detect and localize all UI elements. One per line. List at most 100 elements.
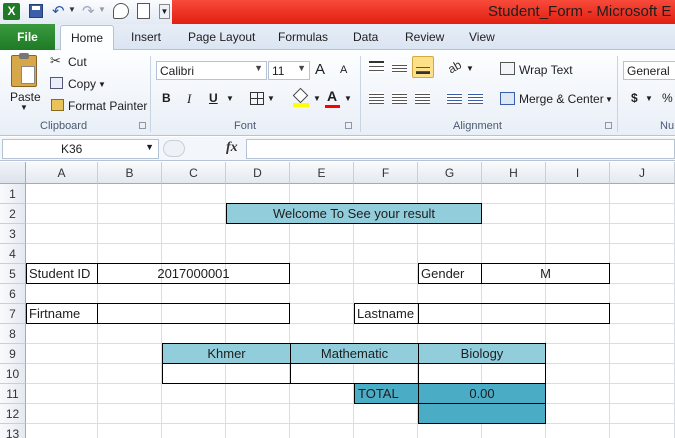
clipboard-launcher-icon[interactable] bbox=[139, 122, 146, 129]
column-header-g[interactable]: G bbox=[418, 162, 482, 184]
merge-center-button[interactable]: Merge & Center bbox=[519, 92, 604, 106]
number-format-combo[interactable]: General bbox=[623, 61, 675, 80]
student-id-value[interactable]: 2017000001 bbox=[97, 263, 290, 284]
row-header-3[interactable]: 3 bbox=[0, 224, 26, 244]
percent-button[interactable]: % bbox=[662, 91, 673, 105]
grow-font-button[interactable]: A bbox=[315, 61, 325, 78]
tab-insert[interactable]: Insert bbox=[131, 30, 161, 44]
borders-icon[interactable] bbox=[250, 92, 264, 105]
paste-button[interactable]: Paste bbox=[10, 90, 41, 104]
format-painter-icon[interactable] bbox=[51, 99, 64, 111]
column-header-j[interactable]: J bbox=[610, 162, 675, 184]
tab-formulas[interactable]: Formulas bbox=[278, 30, 328, 44]
total-extra-cell[interactable] bbox=[418, 403, 546, 424]
increase-indent-icon[interactable] bbox=[468, 92, 483, 104]
column-header-b[interactable]: B bbox=[98, 162, 162, 184]
shrink-font-button[interactable]: A bbox=[340, 64, 347, 76]
wrap-text-icon[interactable] bbox=[500, 62, 515, 75]
name-box-dropdown-icon[interactable]: ▼ bbox=[145, 142, 154, 152]
row-header-2[interactable]: 2 bbox=[0, 204, 26, 224]
subject-biology-header[interactable]: Biology bbox=[418, 343, 546, 364]
chevron-down-icon[interactable]: ▼ bbox=[254, 63, 263, 73]
total-value[interactable]: 0.00 bbox=[418, 383, 546, 404]
row-header-7[interactable]: 7 bbox=[0, 304, 26, 324]
orientation-icon[interactable]: ab bbox=[445, 58, 464, 77]
row-header-4[interactable]: 4 bbox=[0, 244, 26, 264]
formula-bar-grip-icon[interactable] bbox=[163, 140, 185, 157]
customize-toolbar-icon[interactable]: ▼ bbox=[159, 4, 170, 19]
font-name-combo[interactable]: Calibri ▼ bbox=[156, 61, 267, 80]
tab-file[interactable]: File bbox=[0, 24, 55, 50]
currency-dropdown-icon[interactable]: ▼ bbox=[645, 94, 653, 103]
align-left-icon[interactable] bbox=[369, 92, 384, 104]
redo-dropdown-icon[interactable]: ▼ bbox=[98, 5, 106, 14]
print-preview-icon[interactable] bbox=[113, 3, 129, 19]
column-header-f[interactable]: F bbox=[354, 162, 418, 184]
cut-button[interactable]: Cut bbox=[68, 55, 87, 69]
copy-icon[interactable] bbox=[50, 77, 63, 89]
total-label[interactable]: TOTAL bbox=[354, 383, 419, 404]
column-header-d[interactable]: D bbox=[226, 162, 290, 184]
row-header-6[interactable]: 6 bbox=[0, 284, 26, 304]
save-icon[interactable] bbox=[29, 4, 43, 18]
gender-label[interactable]: Gender bbox=[418, 263, 482, 284]
undo-dropdown-icon[interactable]: ▼ bbox=[68, 5, 76, 14]
underline-button[interactable]: U bbox=[209, 91, 218, 105]
decrease-indent-icon[interactable] bbox=[447, 92, 462, 104]
align-top-icon[interactable] bbox=[369, 61, 384, 73]
welcome-banner[interactable]: Welcome To See your result bbox=[226, 203, 482, 224]
row-header-5[interactable]: 5 bbox=[0, 264, 26, 284]
score-khmer[interactable] bbox=[162, 363, 291, 384]
row-header-12[interactable]: 12 bbox=[0, 404, 26, 424]
lastname-value[interactable] bbox=[418, 303, 610, 324]
wrap-text-button[interactable]: Wrap Text bbox=[519, 63, 573, 77]
row-header-9[interactable]: 9 bbox=[0, 344, 26, 364]
chevron-down-icon[interactable]: ▼ bbox=[297, 63, 306, 73]
subject-mathematic-header[interactable]: Mathematic bbox=[290, 343, 419, 364]
tab-review[interactable]: Review bbox=[405, 30, 444, 44]
cut-icon[interactable]: ✂ bbox=[50, 53, 61, 69]
italic-button[interactable]: I bbox=[187, 91, 191, 107]
bold-button[interactable]: B bbox=[162, 91, 171, 105]
column-header-h[interactable]: H bbox=[482, 162, 546, 184]
align-right-icon[interactable] bbox=[415, 92, 430, 104]
column-header-i[interactable]: I bbox=[546, 162, 610, 184]
lastname-label[interactable]: Lastname bbox=[354, 303, 419, 324]
copy-dropdown-icon[interactable]: ▼ bbox=[98, 80, 106, 89]
fx-icon[interactable]: fx bbox=[226, 140, 238, 156]
fill-color-dropdown-icon[interactable]: ▼ bbox=[313, 94, 321, 103]
select-all-corner[interactable] bbox=[0, 162, 26, 184]
font-launcher-icon[interactable] bbox=[345, 122, 352, 129]
excel-app-icon[interactable]: X bbox=[3, 3, 20, 20]
column-header-e[interactable]: E bbox=[290, 162, 354, 184]
orientation-dropdown-icon[interactable]: ▼ bbox=[466, 64, 474, 73]
merge-center-dropdown-icon[interactable]: ▼ bbox=[605, 95, 613, 104]
currency-button[interactable]: $ bbox=[631, 91, 638, 105]
align-center-icon[interactable] bbox=[392, 92, 407, 104]
subject-khmer-header[interactable]: Khmer bbox=[162, 343, 291, 364]
row-header-1[interactable]: 1 bbox=[0, 184, 26, 204]
row-header-10[interactable]: 10 bbox=[0, 364, 26, 384]
redo-icon[interactable]: ↷ bbox=[82, 2, 95, 20]
gender-value[interactable]: M bbox=[481, 263, 610, 284]
font-size-combo[interactable]: 11 ▼ bbox=[268, 61, 310, 80]
column-header-a[interactable]: A bbox=[26, 162, 98, 184]
alignment-launcher-icon[interactable] bbox=[605, 122, 612, 129]
firstname-value[interactable] bbox=[97, 303, 290, 324]
align-bottom-icon[interactable] bbox=[412, 56, 434, 78]
score-biology[interactable] bbox=[418, 363, 546, 384]
column-header-c[interactable]: C bbox=[162, 162, 226, 184]
student-id-label[interactable]: Student ID bbox=[26, 263, 98, 284]
formula-input[interactable] bbox=[246, 139, 675, 159]
tab-home[interactable]: Home bbox=[60, 25, 114, 51]
tab-view[interactable]: View bbox=[469, 30, 495, 44]
fill-color-icon[interactable] bbox=[292, 87, 309, 107]
tab-page-layout[interactable]: Page Layout bbox=[188, 30, 255, 44]
score-mathematic[interactable] bbox=[290, 363, 419, 384]
row-header-8[interactable]: 8 bbox=[0, 324, 26, 344]
paste-dropdown-icon[interactable]: ▼ bbox=[20, 103, 28, 112]
merge-center-icon[interactable] bbox=[500, 92, 515, 105]
undo-icon[interactable]: ↶ bbox=[52, 2, 65, 20]
name-box[interactable]: K36 ▼ bbox=[2, 139, 159, 159]
copy-button[interactable]: Copy bbox=[68, 77, 96, 91]
